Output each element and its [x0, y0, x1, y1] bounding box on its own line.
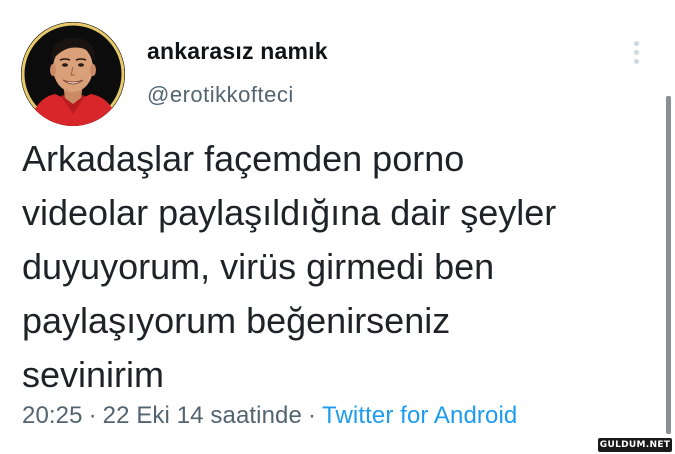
watermark-logo: GULDUM.NET — [598, 438, 672, 452]
tweet-source-link[interactable]: Twitter for Android — [322, 402, 517, 429]
tweet-text: Arkadaşlar façemden porno videolar payla… — [22, 132, 662, 402]
tweet-text-line: paylaşıyorum beğenirseniz — [22, 300, 451, 341]
tweet-text-line: Arkadaşlar façemden porno — [22, 138, 465, 179]
author-display-name[interactable]: ankarasız namık — [147, 38, 328, 65]
more-vertical-icon — [634, 41, 639, 46]
tweet-text-line: duyuyorum, virüs girmedi ben — [22, 246, 495, 287]
scrollbar[interactable] — [666, 96, 671, 434]
tweet-date[interactable]: 22 Eki 14 saatinde — [103, 402, 302, 429]
meta-separator: · — [88, 402, 97, 429]
tweet-text-line: videolar paylaşıldığına dair şeyler — [22, 192, 557, 233]
meta-separator: · — [307, 402, 317, 429]
more-options-button[interactable] — [624, 38, 650, 68]
avatar-photo — [21, 22, 125, 126]
more-vertical-icon-dot — [634, 50, 639, 55]
tweet-text-line: sevinirim — [22, 354, 165, 395]
avatar[interactable] — [21, 22, 125, 126]
tweet-time[interactable]: 20:25 — [22, 402, 83, 429]
tweet-meta: 20:25 · 22 Eki 14 saatinde · Twitter for And… — [22, 402, 517, 430]
tweet-card: ankarasız namık @erotikkofteci Arkadaşla… — [0, 0, 675, 454]
more-vertical-icon-dot — [634, 59, 639, 64]
author-handle[interactable]: @erotikkofteci — [147, 82, 294, 108]
